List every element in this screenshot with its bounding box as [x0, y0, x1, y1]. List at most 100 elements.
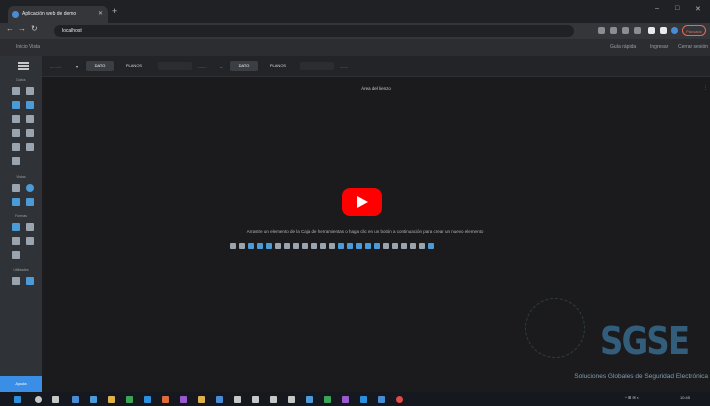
address-input[interactable]: localhost [54, 25, 574, 37]
search-icon[interactable] [35, 396, 42, 403]
new-tab-button[interactable]: + [112, 6, 117, 16]
tool-sum-icon[interactable] [26, 87, 34, 95]
app-icon[interactable] [108, 396, 115, 403]
quick-tool-icon[interactable] [311, 243, 317, 249]
bookmark-icon[interactable] [648, 27, 655, 34]
quick-tool-icon[interactable] [374, 243, 380, 249]
quick-tool-icon[interactable] [347, 243, 353, 249]
window-icon[interactable] [660, 27, 667, 34]
tool-text-icon[interactable] [26, 143, 34, 151]
maximize-icon[interactable]: □ [675, 5, 679, 12]
header-link-guide[interactable]: Guía rápida [610, 44, 636, 50]
app-icon[interactable] [180, 396, 187, 403]
app-icon[interactable] [360, 396, 367, 403]
header-link-logout[interactable]: Cerrar sesión [678, 44, 708, 50]
tool-gauge-icon[interactable] [26, 129, 34, 137]
app-icon[interactable] [252, 396, 259, 403]
tool-table-icon[interactable] [12, 87, 20, 95]
header-link-login[interactable]: Ingresar [650, 44, 668, 50]
start-icon[interactable] [14, 396, 21, 403]
quick-tool-icon[interactable] [248, 243, 254, 249]
app-icon[interactable] [396, 396, 403, 403]
quick-tool-icon[interactable] [392, 243, 398, 249]
tool-box-icon[interactable] [26, 223, 34, 231]
quick-tool-icon[interactable] [419, 243, 425, 249]
quick-tool-icon[interactable] [320, 243, 326, 249]
tool-line-icon[interactable] [12, 251, 20, 259]
close-window-icon[interactable]: ✕ [695, 5, 701, 13]
clock[interactable]: 10:45 [680, 395, 690, 400]
app-icon[interactable] [90, 396, 97, 403]
tool-globe-icon[interactable] [26, 184, 34, 192]
quick-tool-icon[interactable] [239, 243, 245, 249]
task-view-icon[interactable] [52, 396, 59, 403]
quick-tool-icon[interactable] [329, 243, 335, 249]
toolbar-field[interactable] [158, 62, 192, 70]
reload-icon[interactable]: ↻ [31, 24, 38, 33]
app-icon[interactable] [342, 396, 349, 403]
quick-tool-icon[interactable] [302, 243, 308, 249]
app-icon[interactable] [162, 396, 169, 403]
tool-map-icon[interactable] [12, 157, 20, 165]
tool-link-icon[interactable] [26, 237, 34, 245]
quick-tool-icon[interactable] [230, 243, 236, 249]
tab-close-icon[interactable]: ✕ [98, 6, 103, 23]
avatar-icon[interactable] [671, 27, 678, 34]
tool-pin2-icon[interactable] [26, 198, 34, 206]
tool-frame-icon[interactable] [12, 223, 20, 231]
profile-button[interactable]: Pausado [682, 25, 706, 36]
toolbar-dropdown-icon[interactable]: ▾ [76, 64, 78, 69]
quick-tool-icon[interactable] [356, 243, 362, 249]
quick-tool-icon[interactable] [275, 243, 281, 249]
app-icon[interactable] [198, 396, 205, 403]
tool-shape-icon[interactable] [12, 237, 20, 245]
quick-tool-icon[interactable] [365, 243, 371, 249]
quick-tool-icon[interactable] [338, 243, 344, 249]
toolbar-button-dato[interactable]: DATO [86, 61, 114, 71]
app-icon[interactable] [378, 396, 385, 403]
tool-util-icon[interactable] [12, 277, 20, 285]
extension-icon[interactable] [622, 27, 629, 34]
app-icon[interactable] [126, 396, 133, 403]
back-icon[interactable]: ← [6, 24, 14, 33]
app-icon[interactable] [72, 396, 79, 403]
quick-tool-icon[interactable] [428, 243, 434, 249]
tool-chart-icon[interactable] [12, 101, 20, 109]
tool-util2-icon[interactable] [26, 277, 34, 285]
canvas-menu-icon[interactable]: ⋮ [703, 85, 708, 91]
extension-icon[interactable] [610, 27, 617, 34]
app-icon[interactable] [234, 396, 241, 403]
minimize-icon[interactable]: – [655, 5, 659, 12]
tool-image-icon[interactable] [12, 129, 20, 137]
tool-pie-icon[interactable] [12, 115, 20, 123]
quick-tool-icon[interactable] [410, 243, 416, 249]
quick-tool-icon[interactable] [266, 243, 272, 249]
toolbar-field-2[interactable] [300, 62, 334, 70]
toolbar-button-planos-2[interactable]: PLANOS [262, 61, 294, 71]
toolbar-button-planos[interactable]: PLANOS [118, 61, 150, 71]
quick-tool-icon[interactable] [383, 243, 389, 249]
forward-icon[interactable]: → [18, 24, 26, 33]
sidebar-help-button[interactable]: Ayuda [0, 376, 42, 392]
extension-icon[interactable] [634, 27, 641, 34]
app-icon[interactable] [144, 396, 151, 403]
app-icon[interactable] [288, 396, 295, 403]
app-icon[interactable] [216, 396, 223, 403]
extension-icon[interactable] [598, 27, 605, 34]
app-icon[interactable] [324, 396, 331, 403]
tool-bar-icon[interactable] [26, 101, 34, 109]
tool-grid-icon[interactable] [26, 115, 34, 123]
app-icon[interactable] [270, 396, 277, 403]
tool-share-icon[interactable] [12, 184, 20, 192]
quick-tool-icon[interactable] [284, 243, 290, 249]
menu-icon[interactable] [18, 62, 29, 70]
toolbar-button-dato-2[interactable]: DATO [230, 61, 258, 71]
tool-list-icon[interactable] [12, 143, 20, 151]
quick-tool-icon[interactable] [401, 243, 407, 249]
quick-tool-icon[interactable] [293, 243, 299, 249]
app-icon[interactable] [306, 396, 313, 403]
tool-pin-icon[interactable] [12, 198, 20, 206]
quick-tool-icon[interactable] [257, 243, 263, 249]
video-play-button[interactable] [342, 188, 382, 216]
browser-tab[interactable]: Aplicación web de demo ✕ [8, 6, 108, 23]
